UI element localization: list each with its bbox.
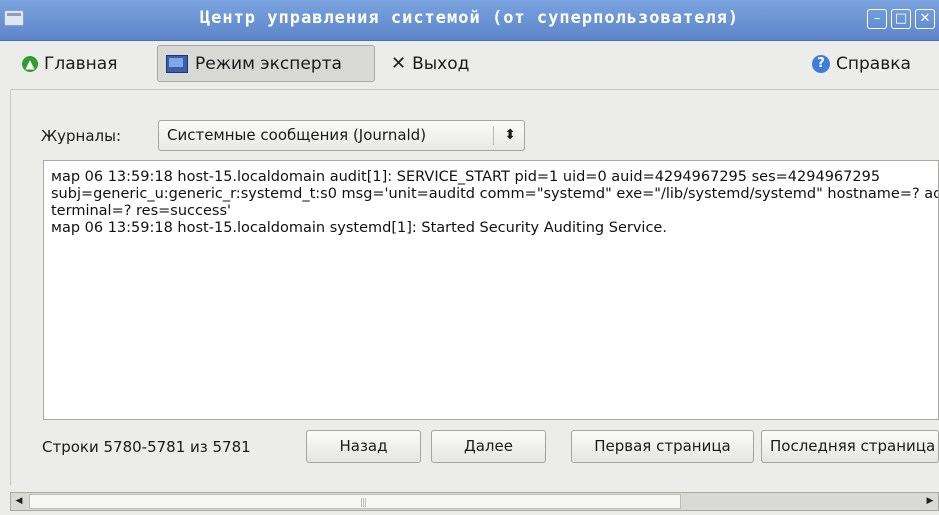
next-button[interactable]: Далее: [431, 430, 546, 463]
monitor-icon: [166, 54, 188, 73]
log-text: мар 06 13:59:18 host-15.localdomain audi…: [51, 169, 939, 237]
log-line: мар 06 13:59:18 host-15.localdomain audi…: [51, 169, 881, 185]
scroll-left-icon[interactable]: ◀: [11, 493, 27, 510]
first-page-button[interactable]: Первая страница: [571, 430, 754, 463]
journals-label: Журналы:: [41, 127, 122, 145]
maximize-button[interactable]: □: [891, 9, 911, 29]
journals-select[interactable]: Системные сообщения (Journald) ⬍: [158, 120, 525, 151]
minimize-button[interactable]: –: [867, 9, 887, 29]
home-label: Главная: [44, 53, 118, 74]
updown-arrows-icon: ⬍: [504, 127, 516, 143]
window-title: Центр управления системой (от суперпольз…: [199, 8, 740, 28]
close-button[interactable]: ✕: [915, 9, 935, 29]
horizontal-scrollbar[interactable]: ◀ ||| ▶: [10, 492, 939, 511]
expert-label: Режим эксперта: [195, 53, 342, 74]
exit-label: Выход: [412, 53, 470, 74]
help-label: Справка: [836, 53, 911, 74]
journals-selected-value: Системные сообщения (Journald): [167, 126, 427, 144]
help-icon: ?: [812, 54, 830, 73]
log-line: мар 06 13:59:18 host-15.localdomain syst…: [51, 220, 667, 236]
toolbar: ▲ Главная Режим эксперта ✕ Выход ? Справ…: [0, 41, 939, 87]
log-line: subj=generic_u:generic_r:systemd_t:s0 ms…: [51, 186, 939, 202]
help-button[interactable]: ? Справка: [812, 45, 911, 82]
rows-count-label: Строки 5780-5781 из 5781: [42, 438, 251, 456]
grip-icon: |||: [360, 498, 367, 508]
window-titlebar[interactable]: Центр управления системой (от суперпольз…: [0, 0, 939, 41]
combo-separator: [493, 126, 494, 145]
scroll-right-icon[interactable]: ▶: [922, 493, 938, 510]
x-icon: ✕: [391, 53, 407, 74]
exit-button[interactable]: ✕ Выход: [391, 45, 469, 82]
back-button[interactable]: Назад: [306, 430, 421, 463]
scrollbar-thumb[interactable]: |||: [29, 494, 681, 509]
home-button[interactable]: ▲ Главная: [22, 45, 117, 82]
expert-mode-button[interactable]: Режим эксперта: [157, 45, 375, 82]
log-line: terminal=? res=success': [51, 203, 231, 219]
home-icon: ▲: [22, 55, 38, 72]
log-view[interactable]: мар 06 13:59:18 host-15.localdomain audi…: [43, 160, 939, 420]
last-page-button[interactable]: Последняя страница: [761, 430, 939, 463]
